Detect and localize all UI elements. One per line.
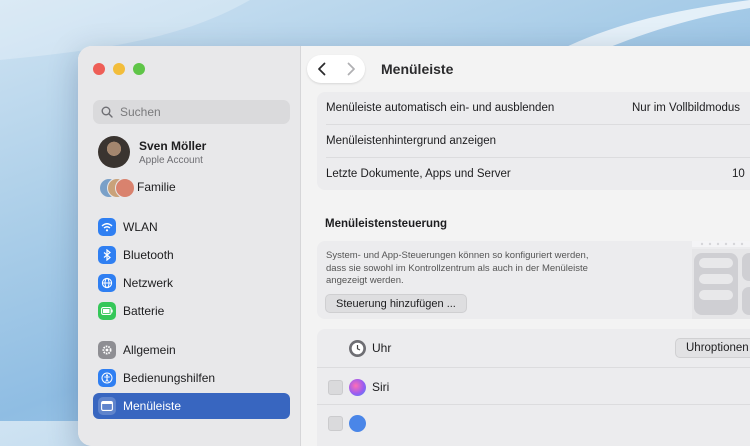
chevron-left-icon — [317, 62, 325, 76]
sidebar-item-netzwerk[interactable]: Netzwerk — [93, 270, 290, 296]
close-window-button[interactable] — [93, 63, 105, 75]
autohide-select[interactable]: Nur im Vollbildmodus — [632, 102, 740, 114]
account-subtitle: Apple Account — [139, 154, 203, 166]
family-item[interactable]: Familie — [99, 177, 176, 198]
search-field[interactable] — [93, 100, 290, 124]
sidebar-item-label: Bluetooth — [123, 248, 174, 262]
content-pane: Menüleiste Menüleiste automatisch ein- u… — [301, 46, 750, 446]
add-control-button[interactable]: Steuerung hinzufügen ... — [325, 294, 467, 313]
setting-label: Letzte Dokumente, Apps und Server — [326, 168, 511, 180]
chevron-right-icon — [347, 62, 355, 76]
search-input[interactable] — [118, 104, 282, 120]
control-center-illustration — [692, 241, 750, 319]
sidebar-item-wlan[interactable]: WLAN — [93, 214, 290, 240]
family-avatars-icon — [99, 178, 135, 198]
divider — [317, 367, 750, 368]
setting-label: Menüleistenhintergrund anzeigen — [326, 135, 497, 147]
bluetooth-icon — [98, 246, 116, 264]
navigation-buttons — [307, 55, 365, 83]
list-item — [317, 407, 750, 439]
control-icon — [349, 414, 366, 432]
sidebar-item-label: Batterie — [123, 304, 165, 318]
sidebar-item-label: Netzwerk — [123, 276, 174, 290]
list-item: Uhr Uhroptionen — [317, 332, 750, 364]
clock-options-button[interactable]: Uhroptionen — [675, 338, 750, 358]
menubar-icon — [98, 397, 116, 415]
controls-intro-card: System- und App-Steuerungen können so ko… — [317, 241, 750, 319]
battery-icon — [98, 302, 116, 320]
sidebar-item-allgemein[interactable]: Allgemein — [93, 337, 290, 363]
settings-window: Sven Möller Apple Account Familie WLAN B… — [78, 46, 750, 446]
divider — [317, 404, 750, 405]
back-button[interactable] — [307, 55, 336, 83]
minimize-window-button[interactable] — [113, 63, 125, 75]
setting-row-background: Menüleistenhintergrund anzeigen — [317, 125, 750, 157]
control-checkbox[interactable] — [328, 415, 343, 431]
zoom-window-button[interactable] — [133, 63, 145, 75]
sidebar-item-bluetooth[interactable]: Bluetooth — [93, 242, 290, 268]
globe-icon — [98, 274, 116, 292]
sidebar-item-bedienungshilfen[interactable]: Bedienungshilfen — [93, 365, 290, 391]
recent-items-select[interactable]: 10 — [732, 168, 745, 180]
siri-icon — [349, 378, 366, 396]
toolbar: Menüleiste — [301, 46, 750, 92]
sidebar-item-label: WLAN — [123, 220, 158, 234]
control-label: Siri — [372, 380, 390, 394]
avatar — [98, 136, 130, 168]
apple-account-item[interactable]: Sven Möller Apple Account — [98, 135, 293, 169]
search-icon — [101, 106, 113, 118]
gear-icon — [98, 341, 116, 359]
sidebar-item-label: Menüleiste — [123, 399, 182, 413]
list-item: Siri — [317, 371, 750, 403]
sidebar-item-label: Allgemein — [123, 343, 176, 357]
setting-row-recent-items: Letzte Dokumente, Apps und Server 10 — [317, 158, 750, 190]
forward-button[interactable] — [336, 55, 365, 83]
page-title: Menüleiste — [381, 61, 454, 77]
section-heading: Menüleistensteuerung — [325, 218, 448, 230]
controls-list: Uhr Uhroptionen Siri — [317, 329, 750, 446]
setting-label: Menüleiste automatisch ein- und ausblend… — [326, 102, 555, 114]
sidebar-item-label: Bedienungshilfen — [123, 371, 216, 385]
menubar-settings-group: Menüleiste automatisch ein- und ausblend… — [317, 92, 750, 190]
family-label: Familie — [137, 180, 176, 194]
sidebar-item-menueleiste[interactable]: Menüleiste — [93, 393, 290, 419]
controls-description: System- und App-Steuerungen können so ko… — [326, 250, 589, 286]
wifi-icon — [98, 218, 116, 236]
account-name: Sven Möller — [139, 138, 207, 153]
accessibility-icon — [98, 369, 116, 387]
siri-checkbox[interactable] — [328, 379, 343, 395]
sidebar-item-batterie[interactable]: Batterie — [93, 298, 290, 324]
sidebar: Sven Möller Apple Account Familie WLAN B… — [78, 46, 301, 446]
setting-row-autohide: Menüleiste automatisch ein- und ausblend… — [317, 92, 750, 124]
control-label: Uhr — [372, 341, 392, 355]
clock-icon — [349, 339, 366, 357]
